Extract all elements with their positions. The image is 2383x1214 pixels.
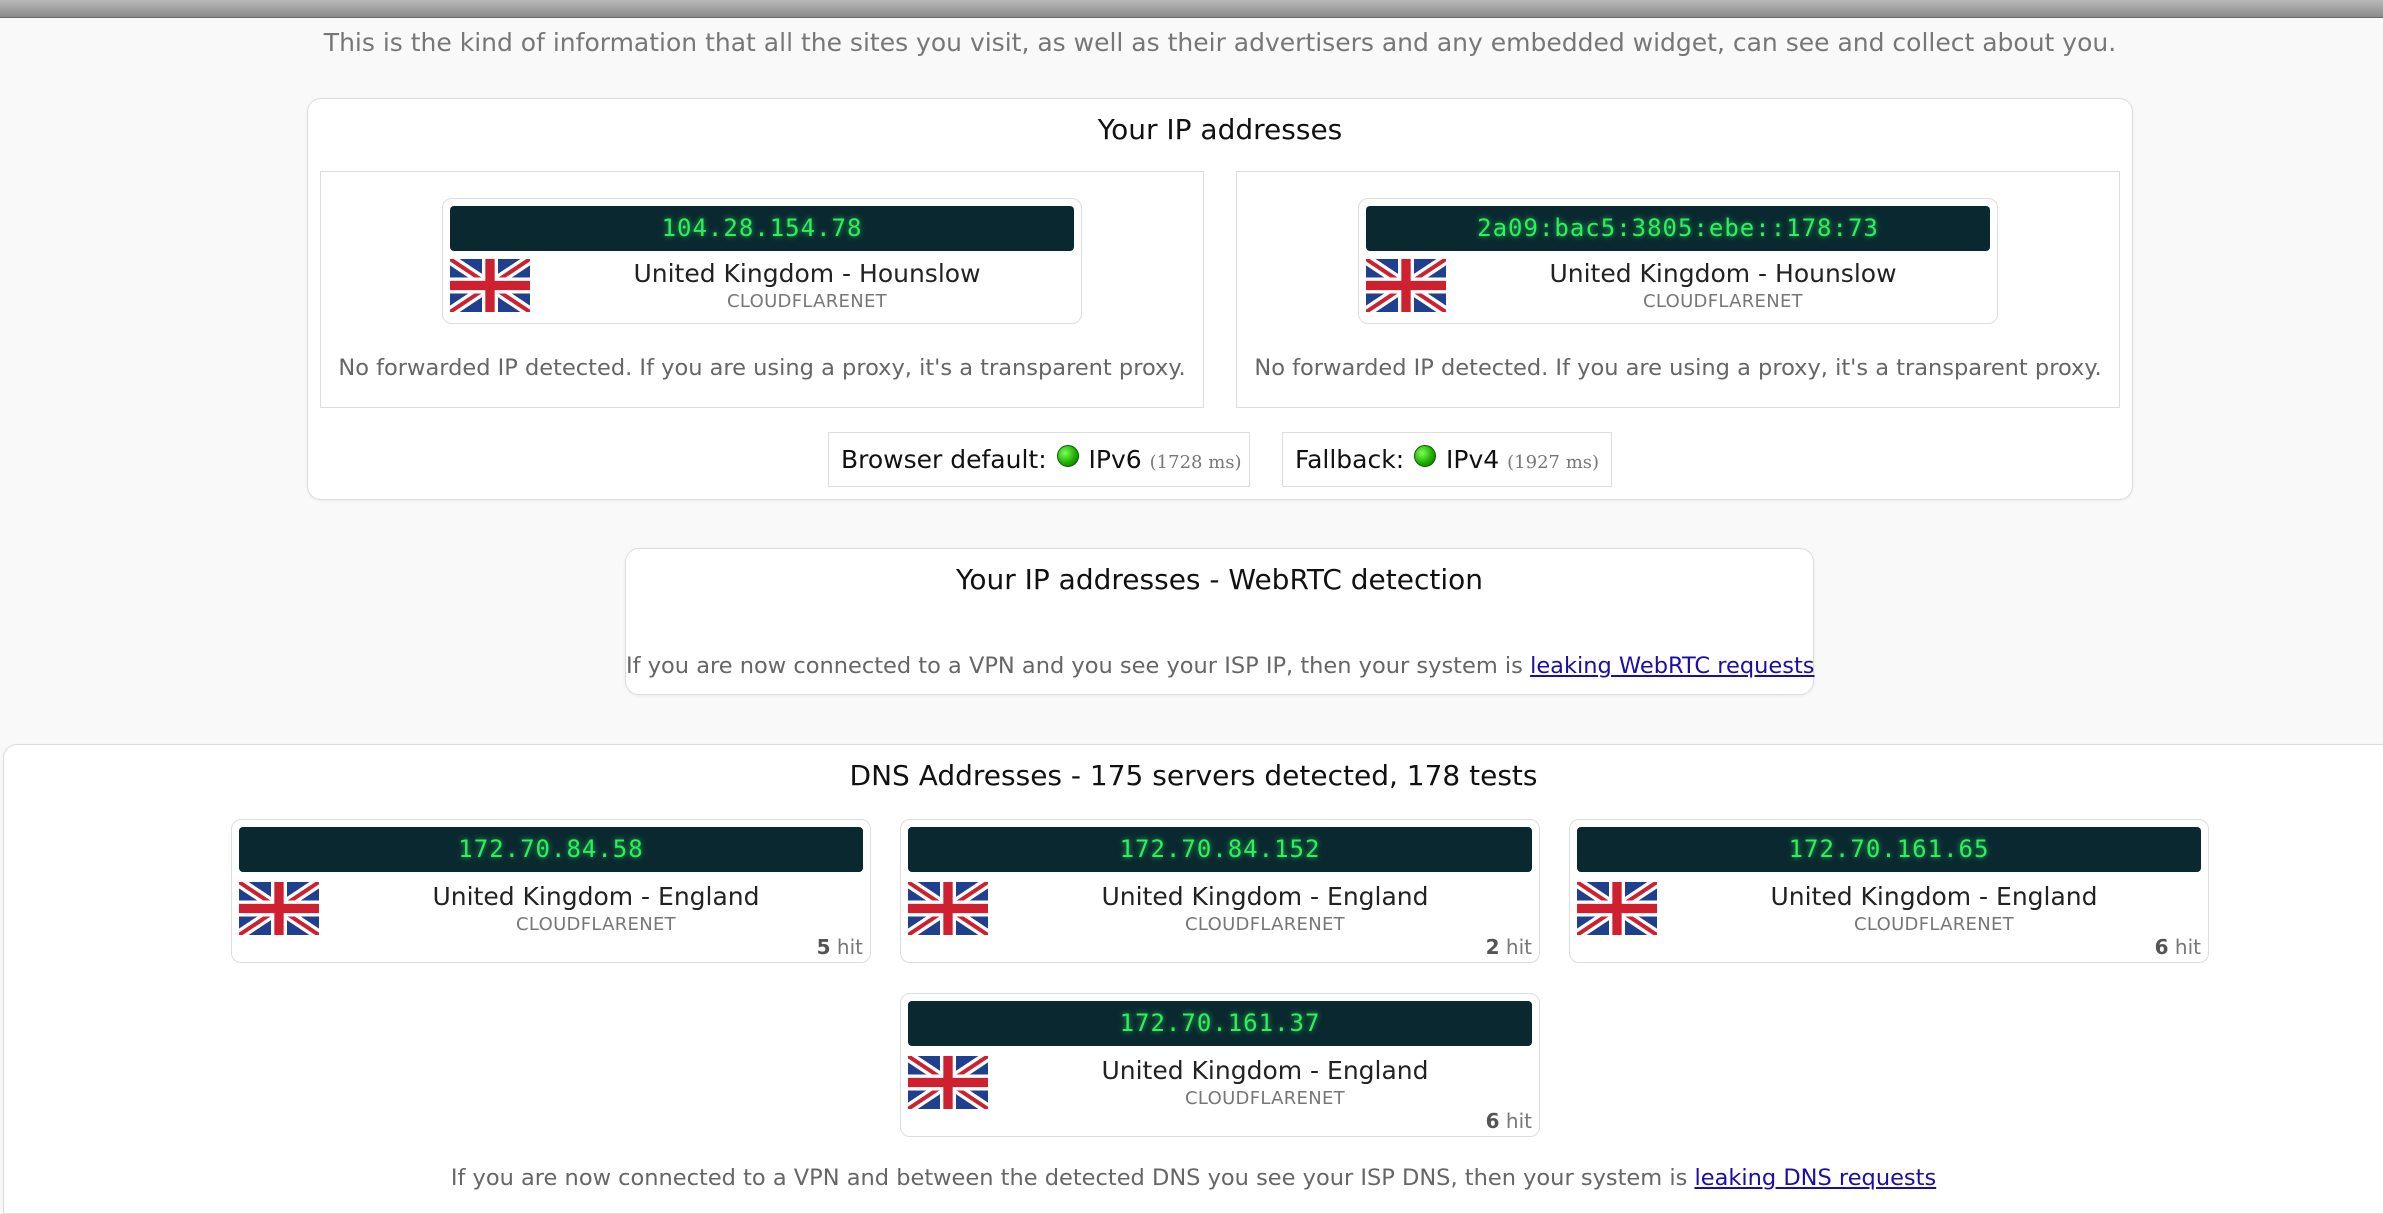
fallback-value: IPv4 [1446, 445, 1500, 474]
ip-panel-title: Your IP addresses [1097, 113, 1343, 146]
hit-number: 6 [1485, 1109, 1500, 1133]
dns-server-card: 172.70.161.65 United Kingdom - England C… [1569, 819, 2209, 963]
uk-flag-icon [1366, 259, 1446, 312]
ip-isp: CLOUDFLARENET [727, 291, 887, 312]
dns-isp: CLOUDFLARENET [1185, 914, 1345, 935]
dns-server-card: 172.70.161.37 United Kingdom - England C… [900, 993, 1540, 1137]
dns-note: If you are now connected to a VPN and be… [4, 1165, 2383, 1191]
green-status-dot-icon [1056, 445, 1079, 467]
browser-default-label: Browser default: [841, 445, 1047, 474]
hit-label: hit [1505, 935, 1532, 959]
uk-flag-icon [450, 259, 530, 312]
hit-number: 6 [2154, 935, 2169, 959]
ipv6-box: 2a09:bac5:3805:ebe::178:73 United Kingdo… [1236, 171, 2120, 408]
dns-ip-address[interactable]: 172.70.84.58 [239, 827, 863, 872]
ip-address[interactable]: 2a09:bac5:3805:ebe::178:73 [1366, 206, 1990, 251]
ip-location: United Kingdom - Hounslow [633, 259, 981, 288]
ip-addresses-panel: Your IP addresses 104.28.154.78 United K… [307, 98, 2133, 500]
dns-hit-count: 2 hit [1486, 935, 1532, 959]
intro-text: This is the kind of information that all… [323, 28, 2117, 57]
hit-label: hit [1505, 1109, 1532, 1133]
webrtc-panel: Your IP addresses - WebRTC detection If … [625, 548, 1815, 695]
dns-note-text: If you are now connected to a VPN and be… [450, 1165, 1688, 1191]
ip-address[interactable]: 104.28.154.78 [450, 206, 1074, 251]
fallback-ms: (1927 ms) [1507, 452, 1600, 473]
dns-hit-count: 6 hit [1486, 1109, 1532, 1133]
dns-server-card: 172.70.84.58 United Kingdom - England CL… [231, 819, 871, 963]
webrtc-panel-title: Your IP addresses - WebRTC detection [955, 563, 1484, 596]
dns-location: United Kingdom - England [432, 882, 760, 911]
ip-location: United Kingdom - Hounslow [1549, 259, 1897, 288]
hit-number: 2 [1485, 935, 1500, 959]
browser-default-ms: (1728 ms) [1149, 452, 1242, 473]
dns-ip-address[interactable]: 172.70.84.152 [908, 827, 1532, 872]
uk-flag-icon [1577, 882, 1657, 935]
hit-label: hit [836, 935, 863, 959]
dns-location: United Kingdom - England [1101, 882, 1429, 911]
dns-addresses-panel: DNS Addresses - 175 servers detected, 17… [3, 744, 2383, 1214]
ip-card: 104.28.154.78 United Kingdom - Hounslow … [442, 198, 1082, 324]
hit-number: 5 [816, 935, 831, 959]
dns-hit-count: 5 hit [817, 935, 863, 959]
ip-isp: CLOUDFLARENET [1643, 291, 1803, 312]
green-status-dot-icon [1414, 445, 1437, 467]
fallback-protocol: Fallback: IPv4 (1927 ms) [1282, 432, 1612, 487]
uk-flag-icon [908, 1056, 988, 1109]
dns-isp: CLOUDFLARENET [1854, 914, 2014, 935]
uk-flag-icon [908, 882, 988, 935]
browser-top-edge [0, 0, 2383, 18]
webrtc-note: If you are now connected to a VPN and yo… [626, 653, 1815, 679]
dns-isp: CLOUDFLARENET [516, 914, 676, 935]
browser-default-value: IPv6 [1088, 445, 1142, 474]
dns-location: United Kingdom - England [1770, 882, 2098, 911]
dns-server-card: 172.70.84.152 United Kingdom - England C… [900, 819, 1540, 963]
forwarded-ip-note: No forwarded IP detected. If you are usi… [1254, 355, 2102, 381]
browser-default-protocol: Browser default: IPv6 (1728 ms) [828, 432, 1250, 487]
dns-ip-address[interactable]: 172.70.161.37 [908, 1001, 1532, 1046]
hit-label: hit [2174, 935, 2201, 959]
dns-isp: CLOUDFLARENET [1185, 1088, 1345, 1109]
ip-card: 2a09:bac5:3805:ebe::178:73 United Kingdo… [1358, 198, 1998, 324]
dns-panel-title: DNS Addresses - 175 servers detected, 17… [849, 759, 1538, 792]
webrtc-note-text: If you are now connected to a VPN and yo… [626, 653, 1523, 679]
fallback-label: Fallback: [1295, 445, 1405, 474]
dns-location: United Kingdom - England [1101, 1056, 1429, 1085]
forwarded-ip-note: No forwarded IP detected. If you are usi… [338, 355, 1186, 381]
leaking-webrtc-link[interactable]: leaking WebRTC requests [1530, 653, 1814, 679]
dns-hit-count: 6 hit [2155, 935, 2201, 959]
ipv4-box: 104.28.154.78 United Kingdom - Hounslow … [320, 171, 1204, 408]
dns-ip-address[interactable]: 172.70.161.65 [1577, 827, 2201, 872]
leaking-dns-link[interactable]: leaking DNS requests [1694, 1165, 1936, 1191]
uk-flag-icon [239, 882, 319, 935]
